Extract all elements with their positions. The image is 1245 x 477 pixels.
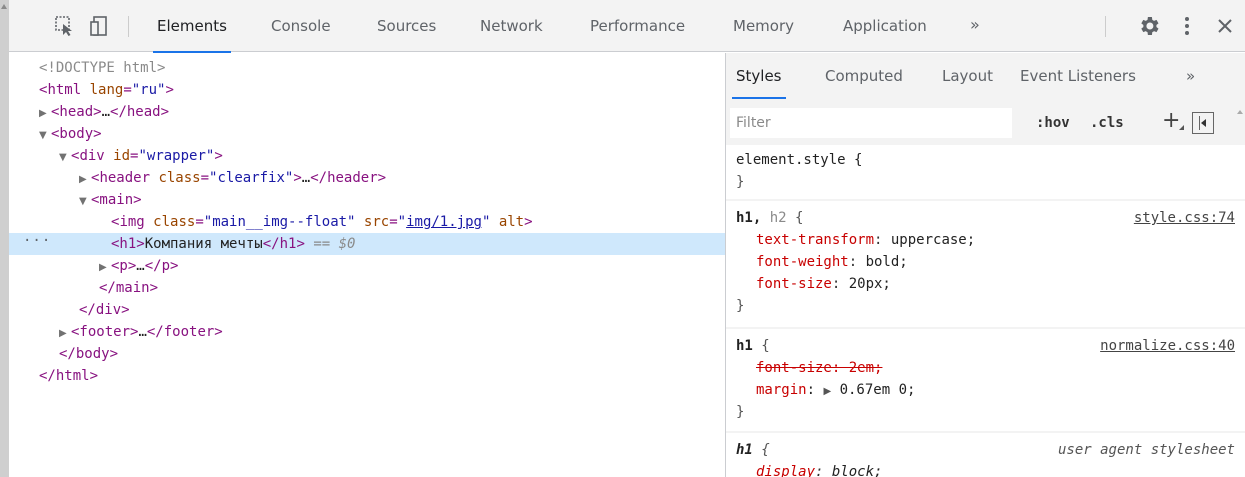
dom-node-main-close[interactable]: </main> bbox=[9, 277, 725, 299]
hov-toggle[interactable]: :hov bbox=[1036, 103, 1070, 143]
tab-elements[interactable]: Elements bbox=[153, 0, 231, 53]
rule-h1-h2: h1, h2 { style.css:74 text-transform: up… bbox=[726, 201, 1245, 327]
page-scrollbar[interactable] bbox=[0, 0, 9, 477]
dom-node-body[interactable]: ▼ <body> bbox=[9, 123, 725, 145]
css-property[interactable]: font-size: 20px; bbox=[756, 273, 891, 295]
sidebar-tabs: Styles Computed Layout Event Listeners » bbox=[726, 53, 1245, 101]
styles-sidebar: Styles Computed Layout Event Listeners »… bbox=[726, 53, 1245, 477]
dom-node-head[interactable]: ▶ <head>…</head> bbox=[9, 101, 725, 123]
css-property[interactable]: font-weight: bold; bbox=[756, 251, 908, 273]
tab-computed[interactable]: Computed bbox=[825, 53, 903, 101]
dom-tree-panel: <!DOCTYPE html> <html lang="ru"> ▶ <head>… bbox=[9, 53, 725, 477]
dom-node-html-close[interactable]: </html> bbox=[9, 365, 725, 387]
tab-layout[interactable]: Layout bbox=[942, 53, 993, 101]
scroll-up-arrow-icon[interactable] bbox=[1, 4, 7, 9]
dom-node-div-close[interactable]: </div> bbox=[9, 299, 725, 321]
rule-selector[interactable]: element.style { bbox=[736, 152, 862, 168]
tab-console[interactable]: Console bbox=[271, 0, 331, 52]
expand-triangle-icon[interactable]: ▶ bbox=[99, 257, 111, 279]
source-link-normalize-css[interactable]: normalize.css:40 bbox=[1100, 335, 1235, 357]
scroll-up-arrow-icon[interactable] bbox=[1237, 110, 1243, 114]
user-agent-source-label: user agent stylesheet bbox=[1057, 442, 1235, 458]
collapse-triangle-icon[interactable]: ▼ bbox=[39, 125, 51, 147]
new-style-rule-button[interactable]: + bbox=[1162, 108, 1184, 133]
css-property: display: block; bbox=[756, 464, 883, 477]
tab-sources[interactable]: Sources bbox=[377, 0, 436, 52]
dom-node-div-wrapper[interactable]: ▼ <div id="wrapper"> bbox=[9, 145, 725, 167]
styles-filter-input[interactable] bbox=[730, 108, 1012, 138]
dom-node-main[interactable]: ▼ <main> bbox=[9, 189, 725, 211]
dom-node-p[interactable]: ▶ <p>…</p> bbox=[9, 255, 725, 277]
expand-triangle-icon[interactable]: ▶ bbox=[39, 103, 51, 125]
toolbar-separator bbox=[1105, 16, 1106, 37]
source-link-style-css[interactable]: style.css:74 bbox=[1134, 207, 1235, 229]
more-tabs-button[interactable]: » bbox=[970, 0, 980, 52]
rule-h1-normalize: h1 { normalize.css:40 font-size: 2em; ma… bbox=[726, 329, 1245, 431]
device-toolbar-icon[interactable] bbox=[89, 14, 113, 38]
css-property[interactable]: margin: ▶ 0.67em 0; bbox=[756, 379, 915, 401]
devtools-toolbar: Elements Console Sources Network Perform… bbox=[9, 0, 1245, 53]
dom-node-header[interactable]: ▶ <header class="clearfix">…</header> bbox=[9, 167, 725, 189]
expand-triangle-icon[interactable]: ▶ bbox=[59, 323, 71, 345]
rule-selector: h1 bbox=[736, 442, 753, 458]
rule-selector[interactable]: h1, bbox=[736, 210, 761, 226]
toolbar-separator bbox=[128, 16, 129, 37]
more-options-icon[interactable] bbox=[1175, 14, 1199, 38]
dom-node-html[interactable]: <html lang="ru"> bbox=[9, 79, 725, 101]
expand-triangle-icon[interactable]: ▶ bbox=[79, 169, 91, 191]
tab-network[interactable]: Network bbox=[480, 0, 543, 52]
collapse-triangle-icon[interactable]: ▼ bbox=[79, 191, 91, 213]
css-property[interactable]: text-transform: uppercase; bbox=[756, 229, 975, 251]
dom-node-doctype[interactable]: <!DOCTYPE html> bbox=[9, 57, 725, 79]
tab-application[interactable]: Application bbox=[843, 0, 927, 52]
dom-node-body-close[interactable]: </body> bbox=[9, 343, 725, 365]
dropdown-corner-icon bbox=[1179, 125, 1184, 130]
dom-node-footer[interactable]: ▶ <footer>…</footer> bbox=[9, 321, 725, 343]
img-src-link[interactable]: img/1.jpg bbox=[406, 214, 482, 230]
tab-styles[interactable]: Styles bbox=[732, 53, 785, 101]
rule-element-style: element.style { } bbox=[726, 145, 1245, 199]
plus-icon: + bbox=[1162, 108, 1181, 133]
styles-filter-bar: :hov .cls + bbox=[726, 103, 1245, 143]
tab-performance[interactable]: Performance bbox=[590, 0, 685, 52]
expand-shorthand-icon[interactable]: ▶ bbox=[823, 386, 831, 397]
rule-selector[interactable]: h1 bbox=[736, 338, 753, 354]
css-property-overridden[interactable]: font-size: 2em; bbox=[756, 357, 882, 379]
dom-node-img[interactable]: <img class="main__img--float" src="img/1… bbox=[9, 211, 725, 233]
dom-node-h1-selected[interactable]: ··· <h1>Компания мечты</h1> == $0 bbox=[9, 233, 725, 255]
node-actions-ellipsis[interactable]: ··· bbox=[23, 230, 51, 252]
inspect-element-icon[interactable] bbox=[53, 14, 77, 38]
tab-memory[interactable]: Memory bbox=[733, 0, 794, 52]
rule-h1-user-agent: h1 { user agent stylesheet display: bloc… bbox=[726, 433, 1245, 477]
more-sidebar-tabs-button[interactable]: » bbox=[1186, 53, 1195, 101]
collapse-triangle-icon[interactable]: ▼ bbox=[59, 147, 71, 169]
close-icon[interactable] bbox=[1213, 14, 1237, 38]
settings-gear-icon[interactable] bbox=[1137, 14, 1161, 38]
tab-event-listeners[interactable]: Event Listeners bbox=[1020, 53, 1136, 101]
cls-toggle[interactable]: .cls bbox=[1090, 103, 1124, 143]
toggle-computed-sidebar-icon[interactable] bbox=[1192, 112, 1214, 134]
